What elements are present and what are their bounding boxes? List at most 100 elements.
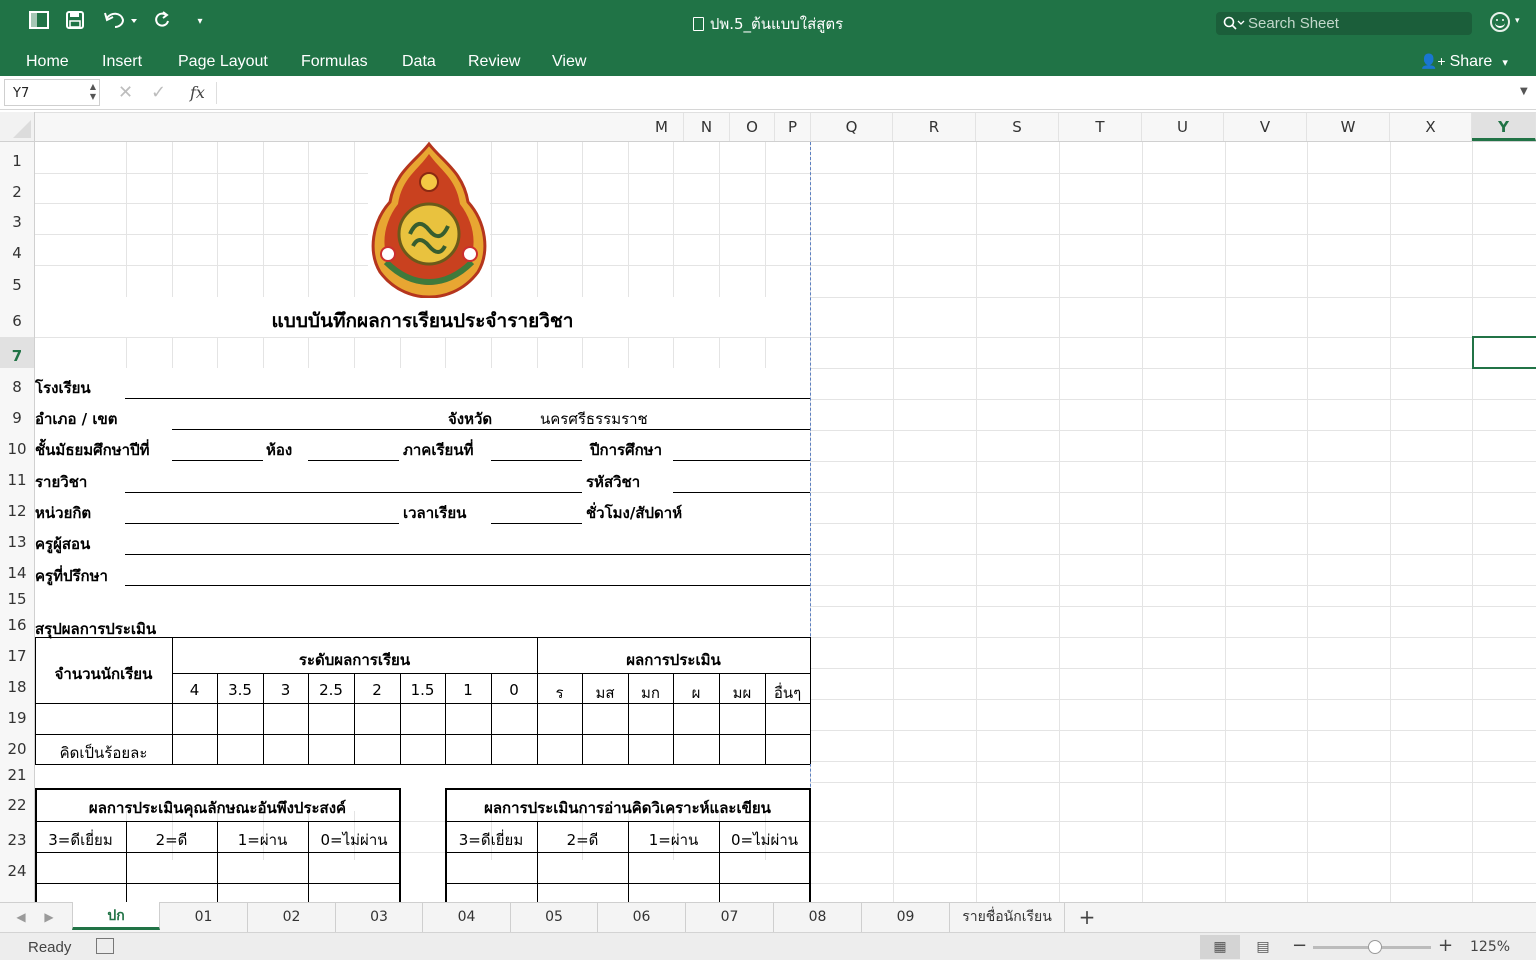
row-header-22[interactable]: 22	[0, 782, 34, 821]
semester-label: ภาคเรียนที่	[403, 441, 474, 459]
row-header-7[interactable]: 7	[0, 337, 34, 368]
row-header-8[interactable]: 8	[0, 368, 34, 399]
column-header-Y[interactable]: Y	[1472, 113, 1536, 141]
room-label: ห้อง	[266, 441, 293, 459]
gridline-vertical	[1472, 142, 1473, 902]
next-sheet-icon[interactable]: ▶	[42, 909, 56, 925]
tab-home[interactable]: Home	[26, 52, 69, 72]
row-header-19[interactable]: 19	[0, 699, 34, 730]
add-sheet-button[interactable]: +	[1074, 903, 1100, 932]
zoom-out-button[interactable]: −	[1292, 936, 1307, 956]
row-header-5[interactable]: 5	[0, 265, 34, 297]
tab-view[interactable]: View	[552, 52, 586, 72]
row-header-3[interactable]: 3	[0, 203, 34, 234]
year-label: ปีการศึกษา	[590, 441, 662, 459]
selected-cell-Y7[interactable]	[1472, 336, 1536, 369]
prev-sheet-icon[interactable]: ◀	[14, 909, 28, 925]
sheet-tab[interactable]: 02	[248, 903, 336, 932]
share-button[interactable]: 👤+ Share ▾	[1420, 50, 1508, 72]
eval-header: ร	[555, 684, 564, 702]
zoom-level[interactable]: 125%	[1470, 939, 1510, 955]
row-header-15[interactable]: 15	[0, 585, 34, 608]
status-bar: Ready ▦ ▤ − + 125%	[0, 932, 1536, 960]
column-header-P[interactable]: P	[775, 113, 811, 141]
row-header-18[interactable]: 18	[0, 668, 34, 699]
row-header-4[interactable]: 4	[0, 234, 34, 265]
reading-scale-header: 0=ไม่ผ่าน	[730, 831, 798, 849]
zoom-slider-thumb[interactable]	[1368, 940, 1382, 954]
row-header-20[interactable]: 20	[0, 730, 34, 761]
row-header-24[interactable]: 24	[0, 852, 34, 883]
sheet-tab[interactable]: 08	[774, 903, 862, 932]
cancel-entry-icon[interactable]: ✕	[118, 80, 133, 106]
smiley-chevron-down-icon[interactable]: ▾	[1515, 16, 1527, 28]
column-header-S[interactable]: S	[976, 113, 1059, 141]
sheet-tab[interactable]: 04	[423, 903, 511, 932]
cell-grid[interactable]: แบบบันทึกผลการเรียนประจำรายวิชา โรงเรียน…	[35, 142, 1536, 902]
row-header-10[interactable]: 10	[0, 430, 34, 461]
row-header-2[interactable]: 2	[0, 173, 34, 203]
sheet-tab[interactable]: ปก	[72, 902, 160, 930]
row-header-17[interactable]: 17	[0, 637, 34, 668]
sheet-tab[interactable]: 05	[511, 903, 598, 932]
tab-insert[interactable]: Insert	[102, 52, 142, 72]
insert-function-icon[interactable]: fx	[190, 80, 205, 106]
record-macro-icon[interactable]	[96, 938, 114, 954]
title-bar: ▾ ปพ.5_ต้นแบบใส่สูตร ▾	[0, 0, 1536, 44]
save-icon[interactable]	[63, 10, 87, 34]
tab-formulas[interactable]: Formulas	[301, 52, 368, 72]
formula-bar-expand-icon[interactable]: ▼	[1520, 86, 1528, 97]
row-header-23[interactable]: 23	[0, 821, 34, 852]
row-header-1[interactable]: 1	[0, 142, 34, 173]
formula-input[interactable]	[216, 82, 1512, 104]
column-header-V[interactable]: V	[1224, 113, 1307, 141]
column-header-O[interactable]: O	[730, 113, 775, 141]
sheet-tab[interactable]: 09	[862, 903, 950, 932]
column-header-Q[interactable]: Q	[811, 113, 893, 141]
row-header-12[interactable]: 12	[0, 492, 34, 523]
tab-data[interactable]: Data	[402, 52, 436, 72]
search-icon	[1222, 15, 1246, 31]
district-underline	[172, 429, 810, 430]
sheet-tab[interactable]: 03	[336, 903, 423, 932]
row-header-6[interactable]: 6	[0, 297, 34, 337]
column-header-W[interactable]: W	[1307, 113, 1390, 141]
row-header-21[interactable]: 21	[0, 761, 34, 784]
redo-icon[interactable]	[150, 10, 174, 34]
row-header-11[interactable]: 11	[0, 461, 34, 492]
select-all-corner[interactable]	[0, 112, 35, 142]
row-header-16[interactable]: 16	[0, 606, 34, 637]
column-header-T[interactable]: T	[1059, 113, 1142, 141]
page-layout-view-button[interactable]: ▤	[1243, 935, 1283, 959]
name-box[interactable]: Y7 ▲ ▼	[4, 79, 100, 106]
feedback-smiley-icon[interactable]	[1490, 12, 1510, 32]
zoom-in-button[interactable]: +	[1438, 936, 1453, 956]
sheet-tab[interactable]: 06	[598, 903, 686, 932]
code-underline	[673, 492, 810, 493]
search-box[interactable]	[1216, 12, 1472, 35]
sheet-tab[interactable]: รายชื่อนักเรียน	[950, 903, 1065, 932]
column-header-N[interactable]: N	[684, 113, 730, 141]
search-input[interactable]	[1248, 15, 1463, 32]
tab-page-layout[interactable]: Page Layout	[178, 52, 268, 72]
sidebar-toggle-icon[interactable]	[27, 10, 51, 34]
row-header-14[interactable]: 14	[0, 554, 34, 585]
sheet-tab[interactable]: 01	[160, 903, 248, 932]
tab-review[interactable]: Review	[468, 52, 520, 72]
column-header-M[interactable]: M	[640, 113, 684, 141]
column-header-X[interactable]: X	[1390, 113, 1472, 141]
name-box-stepper-icon[interactable]: ▲ ▼	[90, 82, 96, 102]
name-box-value: Y7	[13, 86, 30, 101]
column-header-U[interactable]: U	[1142, 113, 1224, 141]
undo-icon[interactable]	[100, 10, 140, 34]
code-label: รหัสวิชา	[586, 473, 641, 491]
confirm-entry-icon[interactable]: ✓	[151, 80, 166, 106]
room-underline	[308, 460, 399, 461]
trait-scale-header: 1=ผ่าน	[237, 831, 288, 849]
normal-view-button[interactable]: ▦	[1200, 935, 1240, 959]
row-header-13[interactable]: 13	[0, 523, 34, 554]
row-header-9[interactable]: 9	[0, 399, 34, 430]
sheet-tab[interactable]: 07	[686, 903, 774, 932]
column-header-R[interactable]: R	[893, 113, 976, 141]
customize-toolbar-icon[interactable]: ▾	[188, 10, 212, 34]
